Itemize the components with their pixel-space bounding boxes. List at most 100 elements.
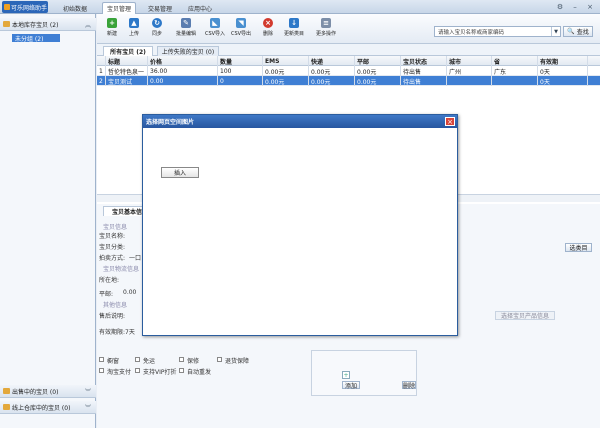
- tab-upload-failed[interactable]: 上传失败的宝贝 (0): [157, 46, 219, 56]
- col-quantity[interactable]: 数量: [218, 56, 263, 66]
- upload-button[interactable]: ▲ 上传: [123, 18, 145, 42]
- delete-icon: ×: [263, 18, 273, 28]
- table-row[interactable]: 1 哲伦特色泉一 36.00 100 0.00元 0.00元 0.00元 待出售…: [97, 66, 600, 76]
- insert-button[interactable]: 插入: [161, 167, 199, 178]
- update-category-icon: ↓: [289, 18, 299, 28]
- chevron-down-icon[interactable]: ︾: [85, 387, 91, 396]
- label-item-category: 宝贝分类:: [99, 244, 126, 251]
- group-on-sale[interactable]: 出售中的宝贝 (0) ︾: [0, 385, 96, 398]
- col-city[interactable]: 城市: [447, 56, 492, 66]
- label-item-name: 宝贝名称:: [99, 233, 126, 240]
- group-local-stock[interactable]: 本地库存宝贝 (2) ︽: [0, 18, 96, 31]
- toolbar: + 新建 ▲ 上传 ↻ 同步 ✎ 批量编辑 ◣ CSV导入 ◥ CSV导出 × …: [97, 14, 600, 44]
- folder-icon: [3, 21, 10, 27]
- new-button[interactable]: + 新建: [101, 18, 123, 42]
- checkbox-vip[interactable]: [135, 368, 140, 373]
- chevron-up-icon[interactable]: ︽: [85, 20, 91, 29]
- search-dropdown-icon[interactable]: ▼: [551, 27, 560, 36]
- post-fee-value[interactable]: 0.00: [123, 289, 136, 296]
- col-post[interactable]: 平邮: [355, 56, 401, 66]
- valid-period-value[interactable]: 7天: [125, 327, 135, 336]
- label-valid-period: 有效期限:: [99, 329, 126, 336]
- auction-type-value: 一口: [129, 255, 142, 262]
- dialog-title: 选择网页空间图片: [143, 115, 457, 128]
- sub-tabs: 所有宝贝 (2) 上传失败的宝贝 (0): [97, 44, 600, 56]
- sync-icon: ↻: [152, 18, 162, 28]
- checkbox-pay-label: 淘宝支付: [107, 369, 132, 376]
- delete-image-button[interactable]: 删除: [402, 381, 416, 390]
- choose-product-button[interactable]: 选择宝贝产品信息: [495, 311, 555, 320]
- app-brand[interactable]: 可乐网络助手: [2, 1, 48, 13]
- delete-button[interactable]: × 删除: [257, 18, 279, 42]
- col-title[interactable]: 标题: [106, 56, 148, 66]
- more-icon: ≡: [321, 18, 331, 28]
- tab-all-items[interactable]: 所有宝贝 (2): [103, 46, 153, 56]
- search-button-label: 查找: [576, 29, 589, 36]
- label-auction-type: 拍卖方式:: [99, 255, 126, 262]
- sync-button[interactable]: ↻ 同步: [146, 18, 168, 42]
- col-index: [97, 56, 106, 66]
- minimize-icon[interactable]: –: [570, 2, 580, 12]
- app-logo-icon: [4, 4, 10, 10]
- search-button[interactable]: 🔍 查找: [563, 26, 593, 37]
- csv-import-icon: ◣: [210, 18, 220, 28]
- section-basic-info: 宝贝信息: [103, 224, 128, 231]
- checkbox-warranty[interactable]: [179, 357, 184, 362]
- group-online-warehouse[interactable]: 线上仓库中的宝贝 (0) ︾: [0, 401, 96, 414]
- checkbox-return[interactable]: [217, 357, 222, 362]
- more-actions-button[interactable]: ≡ 更多操作: [315, 18, 337, 42]
- group-item-ungrouped[interactable]: 未分组 (2): [12, 34, 60, 43]
- search-placeholder: 请输入宝贝名称或商家编码: [438, 29, 505, 36]
- checkbox-vip-label: 支持VIP打折: [143, 369, 177, 376]
- label-after-sale: 售后说明:: [99, 313, 126, 320]
- close-window-icon[interactable]: ×: [585, 2, 595, 12]
- folder-icon: [3, 404, 10, 410]
- nav-app-center[interactable]: 应用中心: [183, 2, 217, 14]
- section-logistics: 宝贝物流信息: [103, 266, 140, 273]
- csv-export-icon: ◥: [236, 18, 246, 28]
- chevron-down-icon[interactable]: ︾: [85, 403, 91, 412]
- col-status[interactable]: 宝贝状态: [401, 56, 447, 66]
- group-local-stock-label: 本地库存宝贝 (2): [12, 21, 59, 29]
- folder-icon: [3, 388, 10, 394]
- checkbox-window[interactable]: [99, 357, 104, 362]
- col-price[interactable]: 价格: [148, 56, 218, 66]
- nav-trade-management[interactable]: 交易管理: [143, 2, 177, 14]
- group-online-warehouse-label: 线上仓库中的宝贝 (0): [12, 404, 71, 412]
- app-brand-label: 可乐网络助手: [11, 4, 48, 12]
- checkbox-return-label: 退货保障: [225, 358, 250, 365]
- group-on-sale-label: 出售中的宝贝 (0): [12, 388, 59, 396]
- col-valid[interactable]: 有效期: [538, 56, 588, 66]
- settings-icon[interactable]: ⚙: [555, 2, 565, 12]
- checkbox-warranty-label: 保修: [187, 358, 200, 365]
- add-image-button[interactable]: 添加: [342, 381, 360, 390]
- left-panel: 本地库存宝贝 (2) ︽ 未分组 (2) 出售中的宝贝 (0) ︾ 线上仓库中的…: [0, 14, 96, 428]
- label-post: 平邮:: [99, 291, 114, 298]
- col-province[interactable]: 省: [492, 56, 538, 66]
- close-icon[interactable]: ×: [445, 117, 455, 126]
- checkbox-pay[interactable]: [99, 368, 104, 373]
- upload-icon: ▲: [129, 18, 139, 28]
- table-header: 标题 价格 数量 EMS 快递 平邮 宝贝状态 城市 省 有效期: [97, 56, 600, 66]
- nav-item-management[interactable]: 宝贝管理: [102, 2, 136, 14]
- search-input[interactable]: 请输入宝贝名称或商家编码 ▼: [434, 26, 561, 37]
- top-bar: 可乐网络助手 初始数据 宝贝管理 交易管理 应用中心 ⚙ – ×: [0, 0, 600, 14]
- checkbox-free-shipping-label: 免运: [143, 358, 156, 365]
- csv-export-button[interactable]: ◥ CSV导出: [230, 18, 252, 42]
- nav-initial-data[interactable]: 初始数据: [58, 2, 92, 14]
- update-category-button[interactable]: ↓ 更新类目: [283, 18, 305, 42]
- batch-edit-icon: ✎: [181, 18, 191, 28]
- search-icon: 🔍: [567, 28, 575, 35]
- checkbox-auto-relist[interactable]: [179, 368, 184, 373]
- batch-edit-button[interactable]: ✎ 批量编辑: [175, 18, 197, 42]
- section-other: 其他信息: [103, 302, 128, 309]
- select-category-button[interactable]: 选类目: [565, 243, 592, 252]
- table-row[interactable]: 2 宝贝测试 0.00 0 0.00元 0.00元 0.00元 待出售 0天: [97, 76, 600, 86]
- checkbox-auto-relist-label: 自动重发: [187, 369, 212, 376]
- col-ems[interactable]: EMS: [263, 56, 309, 66]
- col-express[interactable]: 快递: [309, 56, 355, 66]
- checkbox-window-label: 橱窗: [107, 358, 120, 365]
- csv-import-button[interactable]: ◣ CSV导入: [204, 18, 226, 42]
- image-slot-icon[interactable]: +: [342, 371, 350, 379]
- checkbox-free-shipping[interactable]: [135, 357, 140, 362]
